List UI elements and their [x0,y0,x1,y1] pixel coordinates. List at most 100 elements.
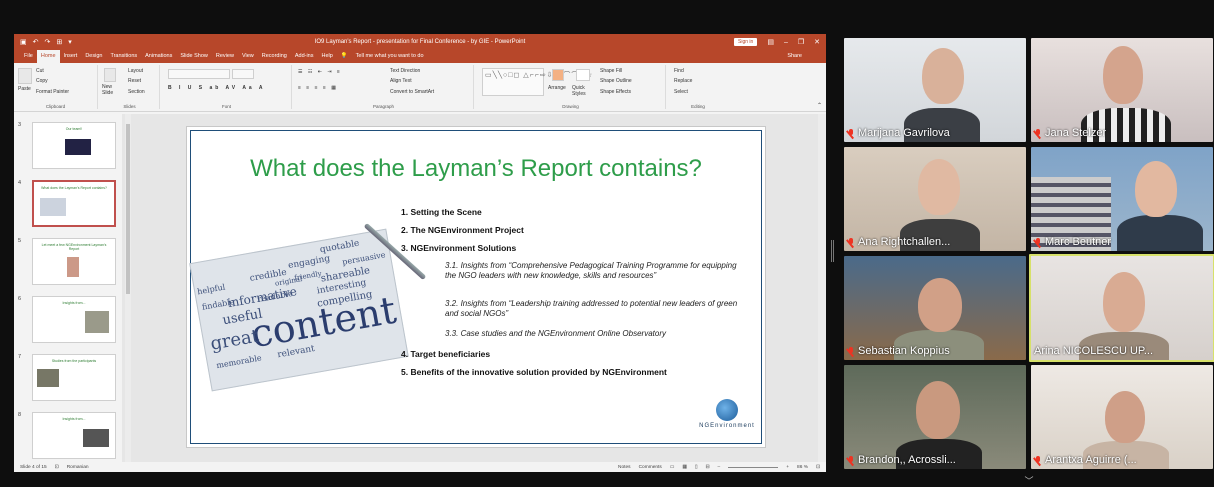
mic-muted-icon [1034,455,1042,465]
format-painter-button[interactable]: Format Painter [36,89,69,95]
participant-tile[interactable]: Ana Rightchallen... [844,147,1026,251]
agenda-item: 4. Target beneficiaries [401,349,491,359]
paste-button[interactable]: Paste [18,86,31,92]
ribbon-display-icon[interactable]: ▤ [767,38,774,46]
participant-tile[interactable]: Marc Beutner [1031,147,1213,251]
tab-review[interactable]: Review [212,50,238,63]
tab-file[interactable]: File [20,50,37,63]
spellcheck-icon[interactable]: ⊡ [55,465,59,470]
font-group: B I U S ab AV Aa A Font [162,65,292,109]
font-format-icons[interactable]: B I U S ab AV Aa A [168,85,266,91]
tab-home[interactable]: Home [36,50,60,63]
redo-icon[interactable]: ↷ [45,38,51,46]
slide-thumbnail[interactable]: Insights from... [32,412,116,459]
align-icons[interactable]: ≡ ≡ ≡ ≡ ▦ [298,85,338,91]
shape-fill-button[interactable]: Shape Fill [600,68,622,74]
reset-button[interactable]: Reset [128,78,141,84]
agenda-item: 3. NGEnvironment Solutions [401,243,517,253]
new-slide-icon[interactable] [104,68,116,82]
restore-button[interactable]: ❐ [798,38,804,46]
section-button[interactable]: Section [128,89,145,95]
tab-view[interactable]: View [238,50,258,63]
new-slide-button[interactable]: New Slide [102,84,124,96]
slide-thumbnail-selected[interactable]: What does the Layman's Report contains? [32,180,116,227]
participant-tile[interactable]: Arantxa Aguirre (... [1031,365,1213,469]
save-icon[interactable]: ▣ [20,38,27,46]
tab-design[interactable]: Design [81,50,106,63]
zoom-level[interactable]: 86 % [797,465,808,470]
zoom-in-button[interactable]: + [786,465,789,470]
present-icon[interactable]: ⊞ [56,38,62,46]
chevron-down-icon[interactable]: ﹀ [1018,474,1040,487]
shapes-gallery[interactable]: ▭╲╲○□◻ △⌐⌐⇨⇩ ↯⌒⌒{}☆ [482,68,592,96]
thumbnail-scrollbar[interactable] [125,114,131,462]
participant-tile[interactable]: Brandon,, Acrossli... [844,365,1026,469]
font-size-select[interactable] [232,69,254,79]
sign-in-button[interactable]: Sign in [734,38,758,46]
language-indicator[interactable]: Romanian [67,465,89,470]
undo-icon[interactable]: ↶ [33,38,39,46]
replace-button[interactable]: Replace [674,78,692,84]
slide-canvas[interactable]: What does the Layman’s Report contains? … [186,126,766,448]
zoom-slider[interactable] [728,466,779,468]
participant-tile[interactable]: Jana Stelzer [1031,38,1213,142]
editing-label: Editing [691,104,705,109]
panel-resize-handle[interactable] [831,240,834,262]
slide-thumbnail[interactable]: Studies from the participants [32,354,116,401]
arrange-icon[interactable] [552,69,564,81]
slide-scrollbar[interactable] [818,114,826,462]
sorter-view-icon[interactable]: ▦ [682,465,687,470]
close-button[interactable]: ✕ [814,38,820,46]
align-text-button[interactable]: Align Text [390,78,412,84]
participant-tile[interactable]: Sebastian Koppius [844,256,1026,360]
editing-group: Find Replace Select Editing [668,65,728,109]
tab-animations[interactable]: Animations [141,50,176,63]
copy-button[interactable]: Copy [36,78,48,84]
notes-button[interactable]: Notes [618,465,631,470]
clipboard-group: Paste Cut Copy Format Painter Clipboard [14,65,98,109]
collapse-ribbon-icon[interactable]: ⌃ [817,102,822,109]
participant-face [1135,161,1177,217]
participant-face [918,159,960,215]
mic-muted-icon [847,346,855,356]
shape-outline-button[interactable]: Shape Outline [600,78,632,84]
participant-tile-active-speaker[interactable]: Arina NICOLESCU UP... [1029,254,1214,362]
reading-view-icon[interactable]: ▯ [695,465,698,470]
paste-icon[interactable] [18,68,32,84]
arrange-button[interactable]: Arrange [548,85,566,91]
tab-add-ins[interactable]: Add-ins [291,50,318,63]
tell-me-search[interactable]: Tell me what you want to do [352,50,428,63]
agenda-item: 1. Setting the Scene [401,207,482,217]
convert-smartart-button[interactable]: Convert to SmartArt [390,89,434,95]
slide-thumbnail[interactable]: Insights from... [32,296,116,343]
shape-effects-button[interactable]: Shape Effects [600,89,631,95]
participant-name-label: Jana Stelzer [1034,127,1106,139]
participant-tile[interactable]: Marijana Gavrilova [844,38,1026,142]
find-button[interactable]: Find [674,68,684,74]
cut-button[interactable]: Cut [36,68,44,74]
tab-help[interactable]: Help [318,50,337,63]
tab-recording[interactable]: Recording [258,50,291,63]
quick-styles-icon[interactable] [576,69,590,81]
slide-thumbnail[interactable]: Our team!! [32,122,116,169]
text-direction-button[interactable]: Text Direction [390,68,420,74]
list-icons[interactable]: ☰ ☷ ⇤ ⇥ ≡ [298,69,342,75]
layout-button[interactable]: Layout [128,68,143,74]
font-name-select[interactable] [168,69,230,79]
normal-view-icon[interactable]: ▭ [670,465,675,470]
quick-styles-button[interactable]: Quick Styles [572,85,594,97]
customize-icon[interactable]: ▾ [68,38,72,46]
slide-title[interactable]: What does the Layman’s Report contains? [187,155,765,183]
select-button[interactable]: Select [674,89,688,95]
minimize-button[interactable]: – [784,39,788,46]
thumb-number: 3 [18,122,22,128]
fit-slide-icon[interactable]: ⊡ [816,465,820,470]
tab-slide-show[interactable]: Slide Show [176,50,212,63]
tab-insert[interactable]: Insert [60,50,82,63]
comments-button[interactable]: Comments [639,465,662,470]
zoom-out-button[interactable]: – [718,465,721,470]
slideshow-icon[interactable]: ⊟ [706,465,710,470]
slide-thumbnail[interactable]: Let meet a few NGEnvironment Layman's Re… [32,238,116,285]
share-button[interactable]: Share [783,50,826,63]
tab-transitions[interactable]: Transitions [106,50,141,63]
